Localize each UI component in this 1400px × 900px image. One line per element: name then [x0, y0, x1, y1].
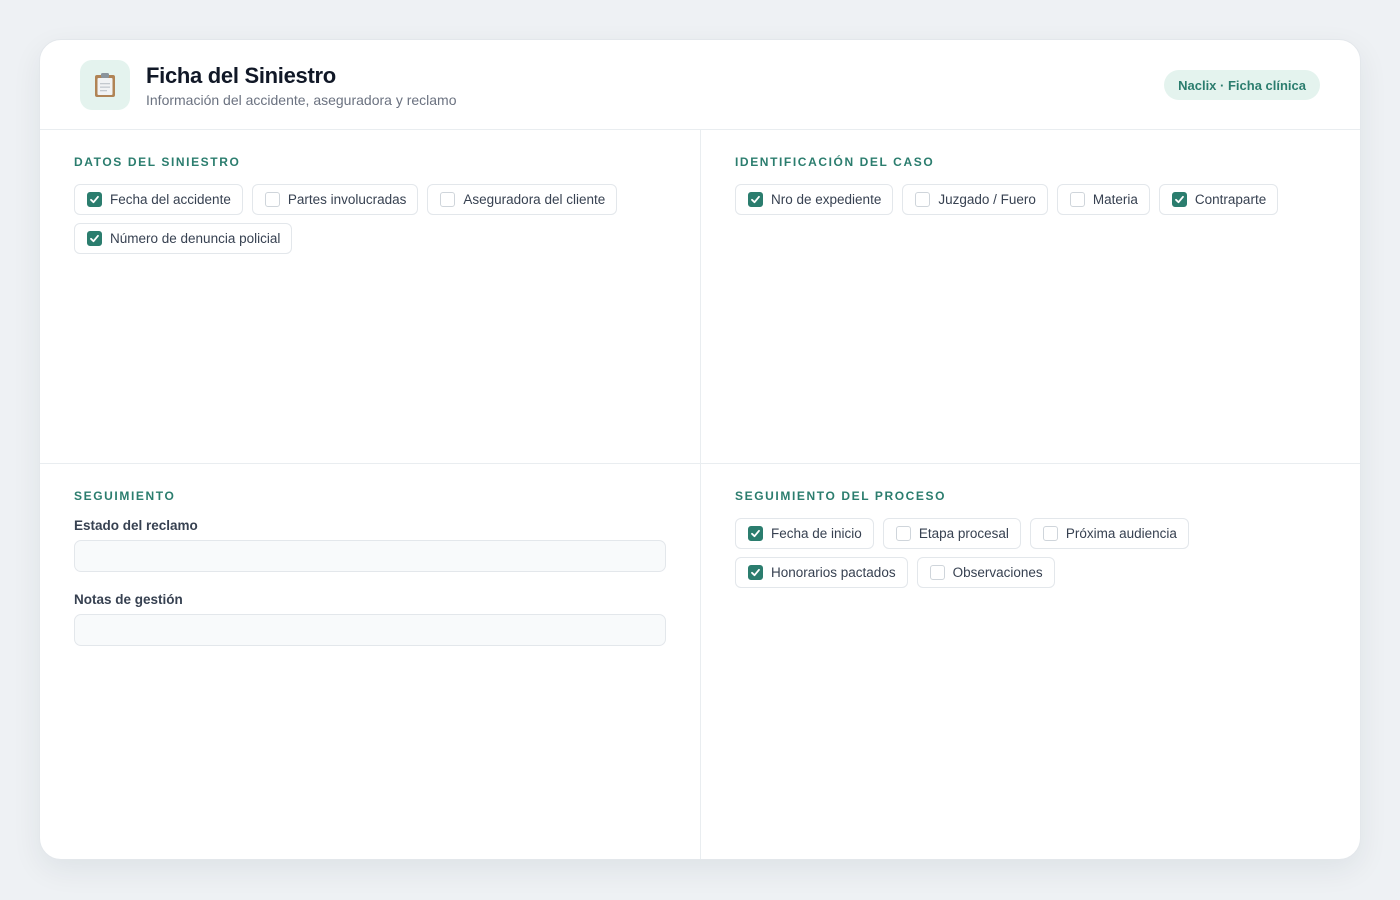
section-seguimiento-proceso: SEGUIMIENTO DEL PROCESO Fecha de inicio … — [735, 489, 1327, 588]
checkbox-icon[interactable] — [929, 565, 945, 580]
checkbox-group: Fecha del accidente Partes involucradas … — [74, 184, 666, 254]
section-title: DATOS DEL SINIESTRO — [74, 155, 241, 169]
checkbox-icon[interactable] — [748, 192, 763, 207]
brand-badge: Naclix · Ficha clínica — [1164, 70, 1320, 100]
estado-reclamo-input[interactable] — [74, 540, 666, 572]
form-header: Ficha del Siniestro Información del acci… — [40, 40, 1360, 130]
checkbox-honorarios-pactados[interactable]: Honorarios pactados — [735, 557, 908, 588]
checkbox-icon[interactable] — [264, 192, 280, 207]
checkbox-icon[interactable] — [87, 231, 102, 246]
checkbox-icon[interactable] — [1042, 526, 1058, 541]
checkbox-label: Aseguradora del cliente — [463, 192, 606, 207]
section-title: IDENTIFICACIÓN DEL CASO — [735, 155, 935, 169]
checkbox-group: Nro de expediente Juzgado / Fuero Materi… — [735, 184, 1327, 215]
checkbox-icon[interactable] — [87, 192, 102, 207]
checkbox-nro-expediente[interactable]: Nro de expediente — [735, 184, 894, 215]
checkbox-icon[interactable] — [915, 192, 931, 207]
section-datos-siniestro: DATOS DEL SINIESTRO Fecha del accidente … — [74, 155, 666, 254]
checkbox-icon[interactable] — [1171, 192, 1187, 207]
checkbox-aseguradora-cliente[interactable]: Aseguradora del cliente — [427, 184, 618, 215]
section-identificacion-caso: IDENTIFICACIÓN DEL CASO Nro de expedient… — [735, 155, 1327, 215]
checkbox-label: Próxima audiencia — [1065, 526, 1177, 541]
checkbox-label: Observaciones — [952, 565, 1043, 580]
vertical-divider — [700, 130, 701, 859]
checkbox-group: Fecha de inicio Etapa procesal Próxima a… — [735, 518, 1327, 588]
checkbox-label: Nro de expediente — [771, 192, 882, 207]
section-title: SEGUIMIENTO — [74, 489, 176, 503]
checkbox-icon[interactable] — [748, 526, 763, 541]
checkbox-label: Etapa procesal — [918, 526, 1009, 541]
section-title: SEGUIMIENTO DEL PROCESO — [735, 489, 947, 503]
checkbox-label: Número de denuncia policial — [110, 231, 281, 246]
estado-reclamo-label: Estado del reclamo — [74, 518, 198, 533]
checkbox-numero-denuncia[interactable]: Número de denuncia policial — [74, 223, 293, 254]
checkbox-icon[interactable] — [895, 526, 911, 541]
checkbox-label: Fecha de inicio — [771, 526, 862, 541]
checkbox-materia[interactable]: Materia — [1056, 184, 1150, 215]
checkbox-label: Juzgado / Fuero — [938, 192, 1036, 207]
checkbox-icon[interactable] — [1069, 192, 1085, 207]
checkbox-proxima-audiencia[interactable]: Próxima audiencia — [1029, 518, 1189, 549]
checkbox-label: Fecha del accidente — [110, 192, 231, 207]
checkbox-fecha-accidente[interactable]: Fecha del accidente — [74, 184, 243, 215]
checkbox-icon[interactable] — [440, 192, 456, 207]
checkbox-label: Honorarios pactados — [771, 565, 896, 580]
horizontal-divider — [40, 463, 1360, 464]
notas-gestion-label: Notas de gestión — [74, 592, 183, 607]
checkbox-label: Partes involucradas — [287, 192, 407, 207]
page-title: Ficha del Siniestro — [146, 63, 336, 88]
checkbox-label: Materia — [1092, 192, 1138, 207]
checkbox-observaciones[interactable]: Observaciones — [916, 557, 1055, 588]
claim-form-card: Ficha del Siniestro Información del acci… — [39, 39, 1361, 860]
clipboard-icon — [80, 60, 130, 110]
checkbox-contraparte[interactable]: Contraparte — [1158, 184, 1279, 215]
section-seguimiento: SEGUIMIENTO Estado del reclamo Notas de … — [74, 489, 666, 666]
checkbox-label: Contraparte — [1194, 192, 1267, 207]
checkbox-icon[interactable] — [748, 565, 763, 580]
checkbox-partes-involucradas[interactable]: Partes involucradas — [251, 184, 419, 215]
page-subtitle: Información del accidente, aseguradora y… — [146, 92, 457, 108]
notas-gestion-input[interactable] — [74, 614, 666, 646]
checkbox-etapa-procesal[interactable]: Etapa procesal — [882, 518, 1021, 549]
checkbox-fecha-inicio[interactable]: Fecha de inicio — [735, 518, 874, 549]
checkbox-juzgado-fuero[interactable]: Juzgado / Fuero — [902, 184, 1048, 215]
